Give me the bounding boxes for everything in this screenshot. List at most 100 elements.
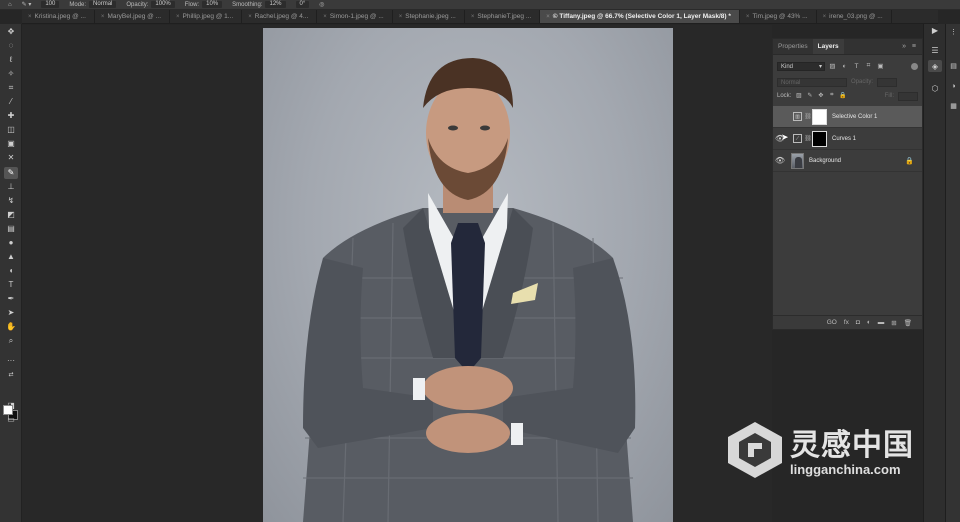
hand-tool-icon[interactable]: ✋ <box>4 321 18 333</box>
layer-style-icon[interactable]: fx <box>844 319 849 326</box>
lasso-tool-icon[interactable]: ℓ <box>4 54 18 66</box>
tab-properties[interactable]: Properties <box>773 39 813 54</box>
close-icon[interactable]: × <box>28 10 32 23</box>
document-tab[interactable]: × Rachel.jpeg @ 4... <box>242 10 318 23</box>
gradient-tool-icon[interactable]: ▤ <box>4 223 18 235</box>
swap-colors-icon[interactable]: ⇄ <box>4 369 18 381</box>
lock-artboard-icon[interactable]: ⌗ <box>828 92 835 100</box>
filter-toggle[interactable] <box>911 62 918 70</box>
dodge-tool-icon[interactable]: ◖ <box>4 265 18 277</box>
sharpen-tool-icon[interactable]: ▲ <box>4 251 18 263</box>
blend-mode-select[interactable]: Normal <box>777 77 847 87</box>
brush-size-field[interactable]: 100 <box>41 1 60 8</box>
document-tab[interactable]: × Tim.jpeg @ 43% ... <box>740 10 817 23</box>
opacity-field[interactable]: 100% <box>151 1 175 8</box>
close-icon[interactable]: × <box>248 10 252 23</box>
new-layer-icon[interactable]: ⊞ <box>891 319 896 327</box>
layer-selective-color[interactable]: ● ▥ ⛓ Selective Color 1 <box>773 106 922 128</box>
close-icon[interactable]: × <box>399 10 403 23</box>
quick-select-tool-icon[interactable]: ✧ <box>4 68 18 80</box>
close-icon[interactable]: × <box>746 10 750 23</box>
patch-tool-icon[interactable]: ◫ <box>4 124 18 136</box>
pen-tool-icon[interactable]: ✒ <box>4 293 18 305</box>
tab-layers[interactable]: Layers <box>812 39 844 54</box>
crop-tool-icon[interactable]: ⌗ <box>4 82 18 94</box>
document-tab[interactable]: × Stephanie.jpeg ... <box>393 10 465 23</box>
clone-stamp-tool-icon[interactable]: ⊥ <box>4 181 18 193</box>
opacity-field[interactable] <box>877 77 898 87</box>
close-icon[interactable]: × <box>823 10 827 23</box>
link-layers-icon[interactable]: GO <box>827 319 837 326</box>
shape-filter-icon[interactable]: ⌗ <box>864 62 873 71</box>
angle-field[interactable]: 0° <box>295 1 310 8</box>
flow-field[interactable]: 10% <box>202 1 223 8</box>
mode-select[interactable]: Normal <box>89 1 117 8</box>
home-icon[interactable]: ⌂ <box>8 2 12 8</box>
zoom-tool-icon[interactable]: ⌕ <box>4 335 18 347</box>
kind-filter-select[interactable]: Kind ▾ <box>777 61 825 71</box>
lock-paint-icon[interactable]: ✎ <box>806 92 813 100</box>
background-thumbnail[interactable] <box>791 152 804 169</box>
document-tab[interactable]: × Kristina.jpeg @ ... <box>22 10 95 23</box>
layer-curves[interactable]: 👁 ⟋ ⛓ Curves 1 ➤ <box>773 128 922 150</box>
type-tool-icon[interactable]: T <box>4 279 18 291</box>
close-icon[interactable]: × <box>471 10 475 23</box>
document-tab[interactable]: × MaryBel.jpeg @ ... <box>95 10 170 23</box>
close-icon[interactable]: × <box>176 10 180 23</box>
content-aware-move-icon[interactable]: ✕ <box>4 152 18 164</box>
add-mask-icon[interactable]: ◘ <box>856 319 860 326</box>
layers-icon[interactable]: ◈ <box>928 60 942 72</box>
opacity-label: Opacity: <box>851 79 874 85</box>
link-icon: ⛓ <box>804 136 812 142</box>
document-tab[interactable]: × Simon-1.jpeg @ ... <box>317 10 393 23</box>
eraser-tool-icon[interactable]: ◩ <box>4 209 18 221</box>
pixel-filter-icon[interactable]: ▨ <box>828 62 837 71</box>
layer-mask-thumbnail[interactable] <box>812 130 827 147</box>
menu-icon[interactable]: ⋮ <box>948 26 959 38</box>
type-filter-icon[interactable]: T <box>852 62 861 71</box>
more-tools-icon[interactable]: ··· <box>4 355 18 367</box>
new-group-icon[interactable]: ▬ <box>878 319 885 326</box>
fill-field[interactable] <box>898 91 918 101</box>
move-tool-icon[interactable]: ✥ <box>4 26 18 38</box>
play-icon[interactable]: ▶ <box>928 24 942 36</box>
smart-object-filter-icon[interactable]: ▣ <box>876 62 885 71</box>
marquee-tool-icon[interactable]: ◌ <box>4 40 18 52</box>
smoothing-field[interactable]: 12% <box>265 1 286 8</box>
document-tab[interactable]: × StephanieT.jpeg ... <box>465 10 541 23</box>
brush-tool-icon[interactable]: ✎ <box>4 167 18 179</box>
path-select-tool-icon[interactable]: ➤ <box>4 307 18 319</box>
panel-menu-icon[interactable]: » ≡ <box>902 39 918 55</box>
healing-brush-tool-icon[interactable]: ✚ <box>4 110 18 122</box>
close-icon[interactable]: × <box>546 10 550 23</box>
color-icon[interactable]: ◑ <box>948 80 959 92</box>
close-icon[interactable]: × <box>101 10 105 23</box>
eye-icon[interactable]: 👁 <box>773 156 787 165</box>
canvas-area[interactable] <box>22 25 772 522</box>
document-tab[interactable]: × © Tiffany.jpeg @ 66.7% (Selective Color… <box>540 10 740 23</box>
foreground-color-swatch[interactable] <box>3 405 13 415</box>
pressure-icon[interactable]: ◎ <box>319 1 324 8</box>
layer-mask-thumbnail[interactable] <box>812 108 827 125</box>
screen-mode-icon[interactable]: ▭ <box>4 414 18 426</box>
lock-position-icon[interactable]: ✥ <box>817 92 824 100</box>
lock-all-icon[interactable]: 🔒 <box>839 92 846 100</box>
eyedropper-tool-icon[interactable]: ⁄ <box>4 96 18 108</box>
properties-icon[interactable]: ▤ <box>948 60 959 72</box>
document-tab[interactable]: × irene_03.png @ ... <box>817 10 892 23</box>
delete-layer-icon[interactable]: 🗑 <box>904 319 912 327</box>
3d-icon[interactable]: ⬡ <box>928 82 942 94</box>
close-icon[interactable]: × <box>323 10 327 23</box>
document-tab[interactable]: × Phillip.jpeg @ 1... <box>170 10 243 23</box>
lock-pixels-icon[interactable]: ▨ <box>795 92 802 100</box>
history-brush-tool-icon[interactable]: ↯ <box>4 195 18 207</box>
brush-preset-icon[interactable]: ✎ ▾ <box>22 1 32 8</box>
adjustment-filter-icon[interactable]: ◐ <box>840 62 849 71</box>
layer-background[interactable]: 👁 Background 🔒 <box>773 150 922 172</box>
stamp-tool-icon[interactable]: ▣ <box>4 138 18 150</box>
blur-tool-icon[interactable]: ● <box>4 237 18 249</box>
new-adjustment-icon[interactable]: ◐ <box>867 319 871 326</box>
swatches-icon[interactable]: ▦ <box>948 100 959 112</box>
visibility-toggle[interactable]: ● <box>773 112 787 121</box>
adjustments-icon[interactable]: ☰ <box>928 44 942 56</box>
